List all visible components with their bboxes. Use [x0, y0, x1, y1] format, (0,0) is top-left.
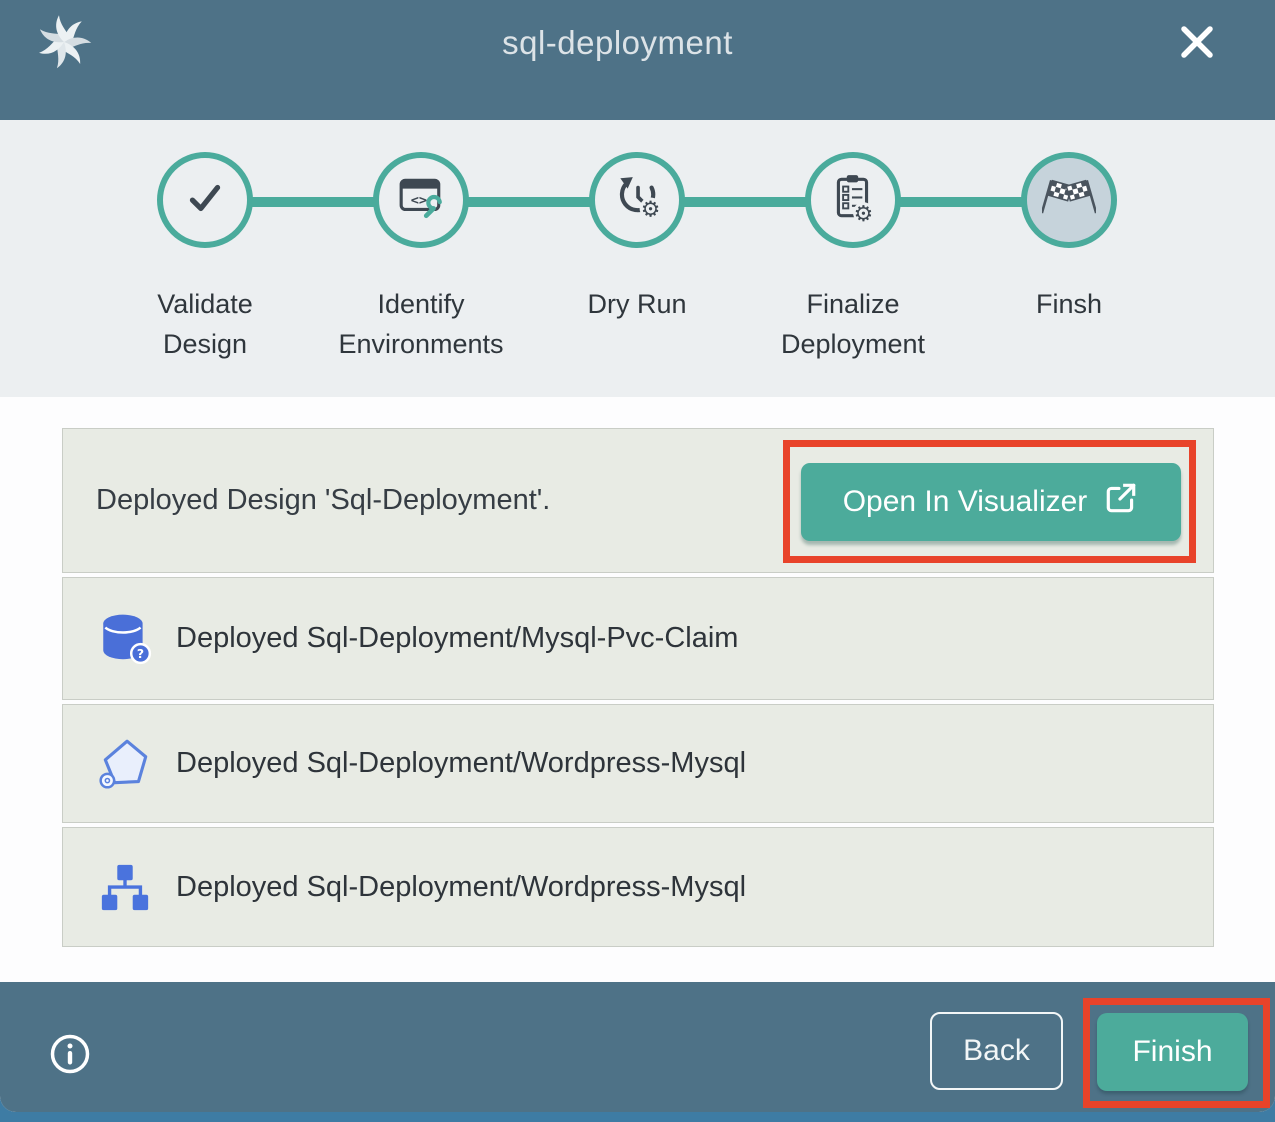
finish-button[interactable]: Finish [1097, 1013, 1248, 1091]
svg-text:⚙: ⚙ [854, 201, 874, 222]
svg-text:⚙: ⚙ [641, 197, 661, 221]
design-result-row: Deployed Design 'Sql-Deployment'. Open I… [62, 428, 1214, 573]
step-circle: <> [373, 152, 469, 248]
step-finalize-deployment[interactable]: ⚙ Finalize Deployment [745, 152, 961, 364]
deployed-item-text: Deployed Sql-Deployment/Wordpress-Mysql [176, 747, 746, 780]
step-label: Dry Run [587, 284, 686, 324]
step-identify-environments[interactable]: <> Identify Environments [313, 152, 529, 364]
deployed-item-row: Deployed Sql-Deployment/Wordpress-Mysql [62, 827, 1214, 947]
back-button[interactable]: Back [930, 1012, 1063, 1090]
modal-title: sql-deployment [0, 0, 1235, 120]
deployed-item-text: Deployed Sql-Deployment/Mysql-Pvc-Claim [176, 622, 738, 655]
wizard-stepper: Validate Design <> Identify Environme [0, 120, 1275, 397]
code-config-icon: <> [397, 176, 445, 225]
step-finish[interactable]: Finsh [961, 152, 1177, 364]
step-circle: ⚙ [805, 152, 901, 248]
database-icon: ? [96, 610, 154, 668]
deployed-item-text: Deployed Sql-Deployment/Wordpress-Mysql [176, 871, 746, 904]
external-link-icon [1103, 480, 1139, 524]
design-message: Deployed Design 'Sql-Deployment'. [96, 484, 550, 517]
step-circle [157, 152, 253, 248]
svg-text:<>: <> [411, 192, 427, 208]
deployed-item-row: ? Deployed Sql-Deployment/Mysql-Pvc-Clai… [62, 577, 1214, 700]
check-icon [182, 175, 228, 226]
svg-text:?: ? [137, 646, 144, 661]
checkered-flags-icon [1042, 173, 1096, 228]
info-icon[interactable] [48, 1032, 92, 1076]
modal-header: sql-deployment [0, 0, 1275, 120]
step-label: Validate Design [157, 284, 253, 364]
visualizer-button-label: Open In Visualizer [843, 485, 1088, 519]
deployment-modal: sql-deployment Validate Design [0, 0, 1275, 1112]
dry-run-icon: ⚙ [612, 174, 662, 227]
deployed-item-row: Deployed Sql-Deployment/Wordpress-Mysql [62, 704, 1214, 823]
step-label: Finalize Deployment [781, 284, 925, 364]
close-icon[interactable] [1177, 22, 1217, 62]
step-dry-run[interactable]: ⚙ Dry Run [529, 152, 745, 364]
step-label: Identify Environments [338, 284, 503, 364]
step-validate-design[interactable]: Validate Design [97, 152, 313, 364]
step-circle: ⚙ [589, 152, 685, 248]
open-in-visualizer-button[interactable]: Open In Visualizer [801, 463, 1181, 541]
pentagon-icon [96, 735, 154, 793]
step-circle-active [1021, 152, 1117, 248]
hierarchy-icon [96, 858, 154, 916]
results-panel: Deployed Design 'Sql-Deployment'. Open I… [0, 397, 1275, 982]
step-label: Finsh [1036, 284, 1102, 324]
modal-footer: Back Finish [0, 982, 1275, 1112]
clipboard-gear-icon: ⚙ [830, 173, 876, 228]
